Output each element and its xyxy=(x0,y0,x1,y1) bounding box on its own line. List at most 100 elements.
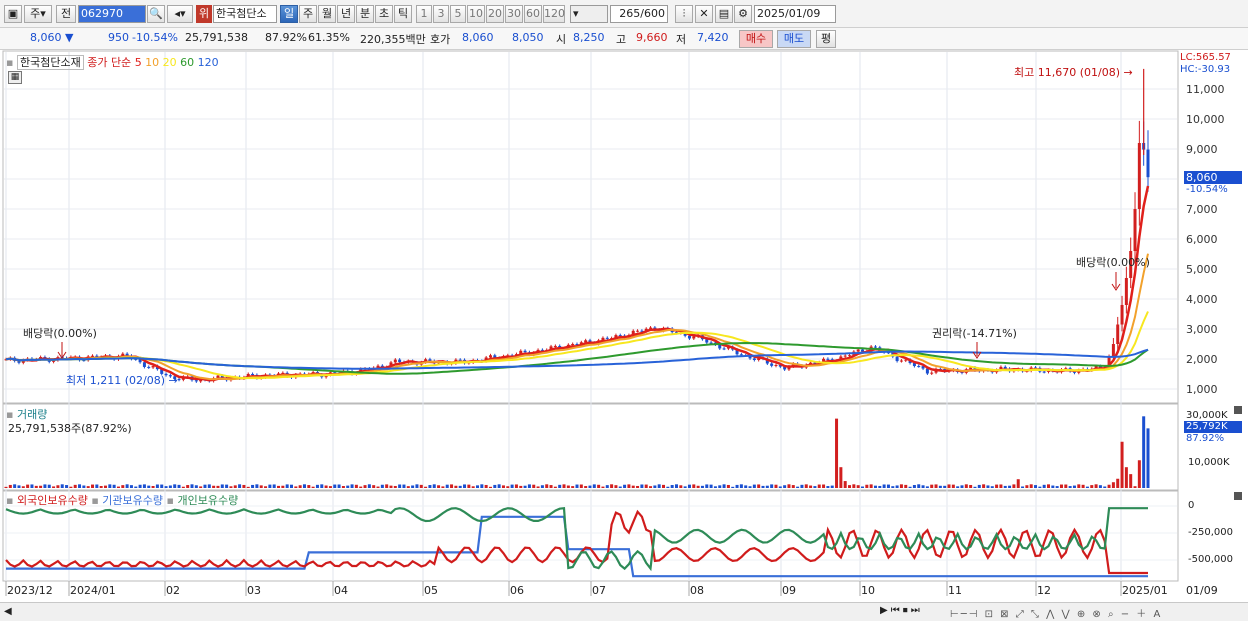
interval-dropdown[interactable]: ▾ xyxy=(570,5,608,23)
change-pct: -10.54% xyxy=(132,31,178,44)
candle-body xyxy=(553,345,557,347)
interval-button-5[interactable]: 5 xyxy=(450,5,466,23)
volume-bar xyxy=(670,485,674,488)
volume-bar xyxy=(4,486,8,488)
volume-bar xyxy=(30,484,34,488)
stock-title[interactable]: 한국첨단소재 xyxy=(16,55,84,70)
interval-button-3[interactable]: 3 xyxy=(433,5,449,23)
volume-bar xyxy=(809,485,813,488)
volume-bar xyxy=(1129,474,1133,488)
period-tab-4[interactable]: 분 xyxy=(356,5,374,23)
volume-bar xyxy=(575,484,579,488)
speaker-icon[interactable]: ◂▾ xyxy=(167,5,193,23)
volume-bar xyxy=(1059,484,1063,488)
candle-body xyxy=(393,359,397,363)
volume-bar xyxy=(315,484,319,488)
period-tab-6[interactable]: 틱 xyxy=(394,5,412,23)
volume-last-tag: 25,792K xyxy=(1184,421,1242,433)
candle-body xyxy=(1133,209,1137,251)
volume-bar xyxy=(679,485,683,488)
playback-controls[interactable]: ▶⏮⏹⏭ xyxy=(880,605,923,616)
volume-bar xyxy=(1137,460,1141,488)
stock-name-field: 한국첨단소 xyxy=(213,5,277,23)
search-icon[interactable]: 🔍 xyxy=(147,5,165,23)
volume-bar xyxy=(982,484,986,488)
low-price: 7,420 xyxy=(697,31,729,44)
volume-bar xyxy=(519,485,523,488)
candle-body xyxy=(826,358,830,360)
volume-bar xyxy=(1021,486,1025,488)
price-tick-label: 3,000 xyxy=(1186,323,1218,336)
window-icon[interactable]: ▣ xyxy=(4,5,22,23)
volume-bar xyxy=(337,484,341,488)
candle-body xyxy=(770,363,774,366)
volume-bar xyxy=(977,484,981,488)
high-price: 9,660 xyxy=(636,31,668,44)
interval-button-20[interactable]: 20 xyxy=(486,5,504,23)
candle-body xyxy=(899,360,903,362)
count-field[interactable]: 265/600 xyxy=(610,5,668,23)
panel-close-icon[interactable] xyxy=(1234,492,1242,500)
xaxis-label: 08 xyxy=(690,584,704,597)
period-tab-3[interactable]: 년 xyxy=(337,5,355,23)
xaxis-label: 05 xyxy=(424,584,438,597)
period-tab-0[interactable]: 일 xyxy=(280,5,298,23)
interval-button-1[interactable]: 1 xyxy=(416,5,432,23)
price-panel-header: ▪ 한국첨단소재 종가 단순 5 10 20 60 120 xyxy=(6,55,219,70)
volume-bar xyxy=(545,484,549,488)
volume-bar xyxy=(216,485,220,488)
candle-body xyxy=(194,380,198,382)
chart-scrollbar[interactable]: ◀ ▶⏮⏹⏭ ⊢─⊣ ⊡ ⊠ ⤢ ⤡ ⋀ ⋁ ⊕ ⊗ ⌕ − ＋ A xyxy=(0,602,1248,621)
volume-bar xyxy=(233,485,237,488)
volume-bar xyxy=(1055,486,1059,488)
save-icon[interactable]: ▤ xyxy=(715,5,733,23)
volume-bar xyxy=(285,484,289,488)
buy-button[interactable]: 매수 xyxy=(739,30,773,48)
calculator-icon[interactable]: ▦ xyxy=(8,71,22,84)
period-tab-5[interactable]: 초 xyxy=(375,5,393,23)
volume-bar xyxy=(26,484,30,488)
candle-body xyxy=(523,350,527,353)
panel-close-icon[interactable] xyxy=(1234,406,1242,414)
date-input[interactable]: 2025/01/09 xyxy=(754,5,836,23)
interval-button-60[interactable]: 60 xyxy=(524,5,542,23)
volume-bar xyxy=(155,484,159,488)
volume-bar xyxy=(116,486,120,488)
candle-body xyxy=(1116,324,1120,344)
volume-bar xyxy=(497,484,501,488)
price-tick-label: 11,000 xyxy=(1186,83,1225,96)
volume-bar xyxy=(350,484,354,488)
high-label: 고 xyxy=(616,33,627,46)
price-tick-label: 6,000 xyxy=(1186,233,1218,246)
interval-button-30[interactable]: 30 xyxy=(505,5,523,23)
volume-bar xyxy=(765,485,769,488)
drawing-tools[interactable]: ⊢─⊣ ⊡ ⊠ ⤢ ⤡ ⋀ ⋁ ⊕ ⊗ ⌕ − ＋ A xyxy=(950,605,1162,620)
scroll-left-icon[interactable]: ◀ xyxy=(4,606,12,617)
type-select[interactable]: 전 xyxy=(56,5,76,23)
sell-button[interactable]: 매도 xyxy=(777,30,811,48)
stock-code-input[interactable]: 062970 xyxy=(78,5,146,23)
price-tick-label: 10,000 xyxy=(1186,113,1225,126)
interval-button-120[interactable]: 120 xyxy=(543,5,565,23)
last-change-tag: -10.54% xyxy=(1186,184,1228,195)
volume-bar xyxy=(1111,482,1115,488)
candle-icon[interactable]: ⫶ xyxy=(675,5,693,23)
dividend-annotation-1: 배당락(0.00%) xyxy=(23,327,97,340)
candle-body xyxy=(895,356,899,362)
period-tab-2[interactable]: 월 xyxy=(318,5,336,23)
volume-bar xyxy=(1029,484,1033,488)
market-select[interactable]: 주▾ xyxy=(24,5,52,23)
volume-bar xyxy=(899,484,903,488)
tool-icon[interactable]: ✕ xyxy=(695,5,713,23)
volume-bar xyxy=(761,485,765,488)
volume-bar xyxy=(290,484,293,488)
gear-icon[interactable]: ⚙ xyxy=(734,5,752,23)
eval-button[interactable]: 평 xyxy=(816,30,836,48)
interval-button-10[interactable]: 10 xyxy=(467,5,485,23)
candle-body xyxy=(177,379,181,381)
period-tab-1[interactable]: 주 xyxy=(299,5,317,23)
volume-bar xyxy=(873,485,877,488)
volume-bar xyxy=(536,486,540,488)
volume-bar xyxy=(173,484,177,488)
volume-bar xyxy=(891,486,895,488)
